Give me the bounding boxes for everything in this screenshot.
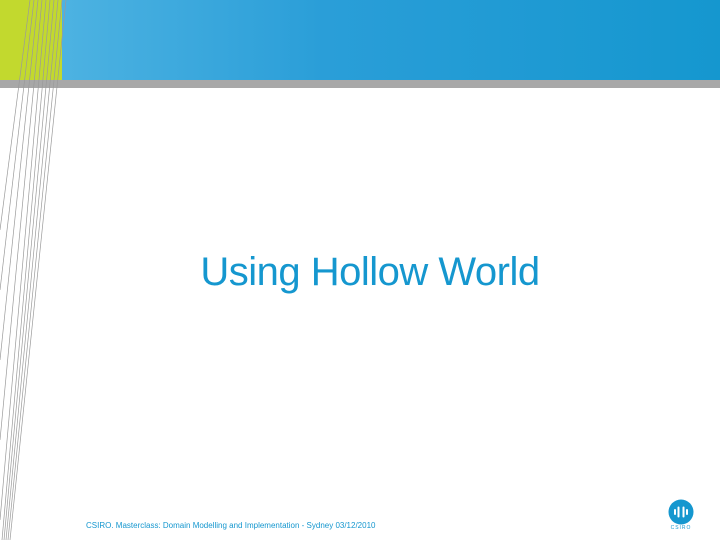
slide: Using Hollow World CSIRO. Masterclass: D… — [0, 0, 720, 540]
slide-title: Using Hollow World — [200, 250, 540, 294]
header-divider — [0, 80, 720, 88]
csiro-logo-icon — [668, 499, 694, 525]
decorative-lines — [0, 0, 67, 540]
footer-text: CSIRO. Masterclass: Domain Modelling and… — [86, 521, 376, 530]
logo-wordmark: CSIRO — [670, 525, 692, 531]
header-band — [0, 0, 720, 80]
